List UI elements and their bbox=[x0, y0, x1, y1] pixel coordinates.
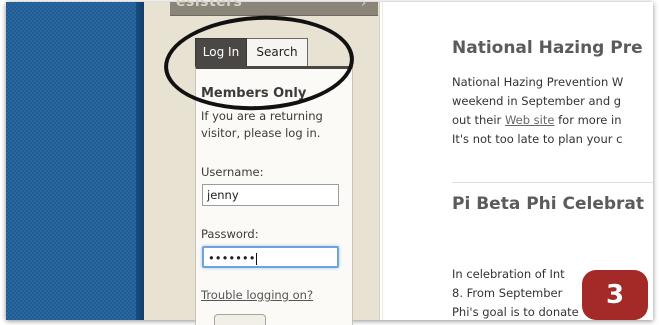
article-divider bbox=[452, 182, 653, 183]
article-line: National Hazing Prevention W bbox=[452, 75, 624, 89]
article-line: In celebration of Int bbox=[452, 267, 565, 281]
log-in-button[interactable] bbox=[214, 314, 266, 325]
password-value: ••••••• bbox=[208, 251, 256, 265]
article-title-hazing[interactable]: National Hazing Pre bbox=[452, 38, 643, 58]
article-line: weekend in September and g bbox=[452, 94, 622, 108]
article-title-pi-beta-phi[interactable]: Pi Beta Phi Celebrat bbox=[452, 194, 644, 214]
article-line: for more in bbox=[554, 113, 622, 127]
password-label: Password: bbox=[201, 227, 259, 241]
background-edge bbox=[136, 2, 144, 320]
article-line: 8. From September bbox=[452, 286, 563, 300]
username-field[interactable]: jenny bbox=[202, 184, 339, 206]
intro-line-2: visitor, please log in. bbox=[201, 126, 321, 140]
text-caret bbox=[256, 252, 258, 265]
article-line: out their bbox=[452, 113, 505, 127]
article-body-pi-beta-phi: In celebration of Int 8. From September … bbox=[452, 265, 579, 322]
article-line: It's not too late to plan your c bbox=[452, 132, 623, 146]
step-number-badge: 3 bbox=[582, 270, 648, 320]
article-body-hazing: National Hazing Prevention W weekend in … bbox=[452, 73, 623, 149]
username-value: jenny bbox=[207, 188, 239, 202]
sidebar-header-label: esisters bbox=[176, 0, 243, 10]
article-line: Phi's goal is to donate bbox=[452, 305, 579, 319]
page-background-pattern bbox=[6, 2, 136, 320]
trouble-logging-on-link[interactable]: Trouble logging on? bbox=[201, 288, 313, 302]
intro-line-1: If you are a returning bbox=[201, 109, 323, 123]
login-intro-text: If you are a returning visitor, please l… bbox=[201, 108, 351, 142]
chevron-right-icon[interactable]: › bbox=[361, 0, 366, 11]
password-field[interactable]: ••••••• bbox=[202, 246, 339, 268]
username-label: Username: bbox=[201, 165, 264, 179]
web-site-link[interactable]: Web site bbox=[505, 113, 555, 127]
